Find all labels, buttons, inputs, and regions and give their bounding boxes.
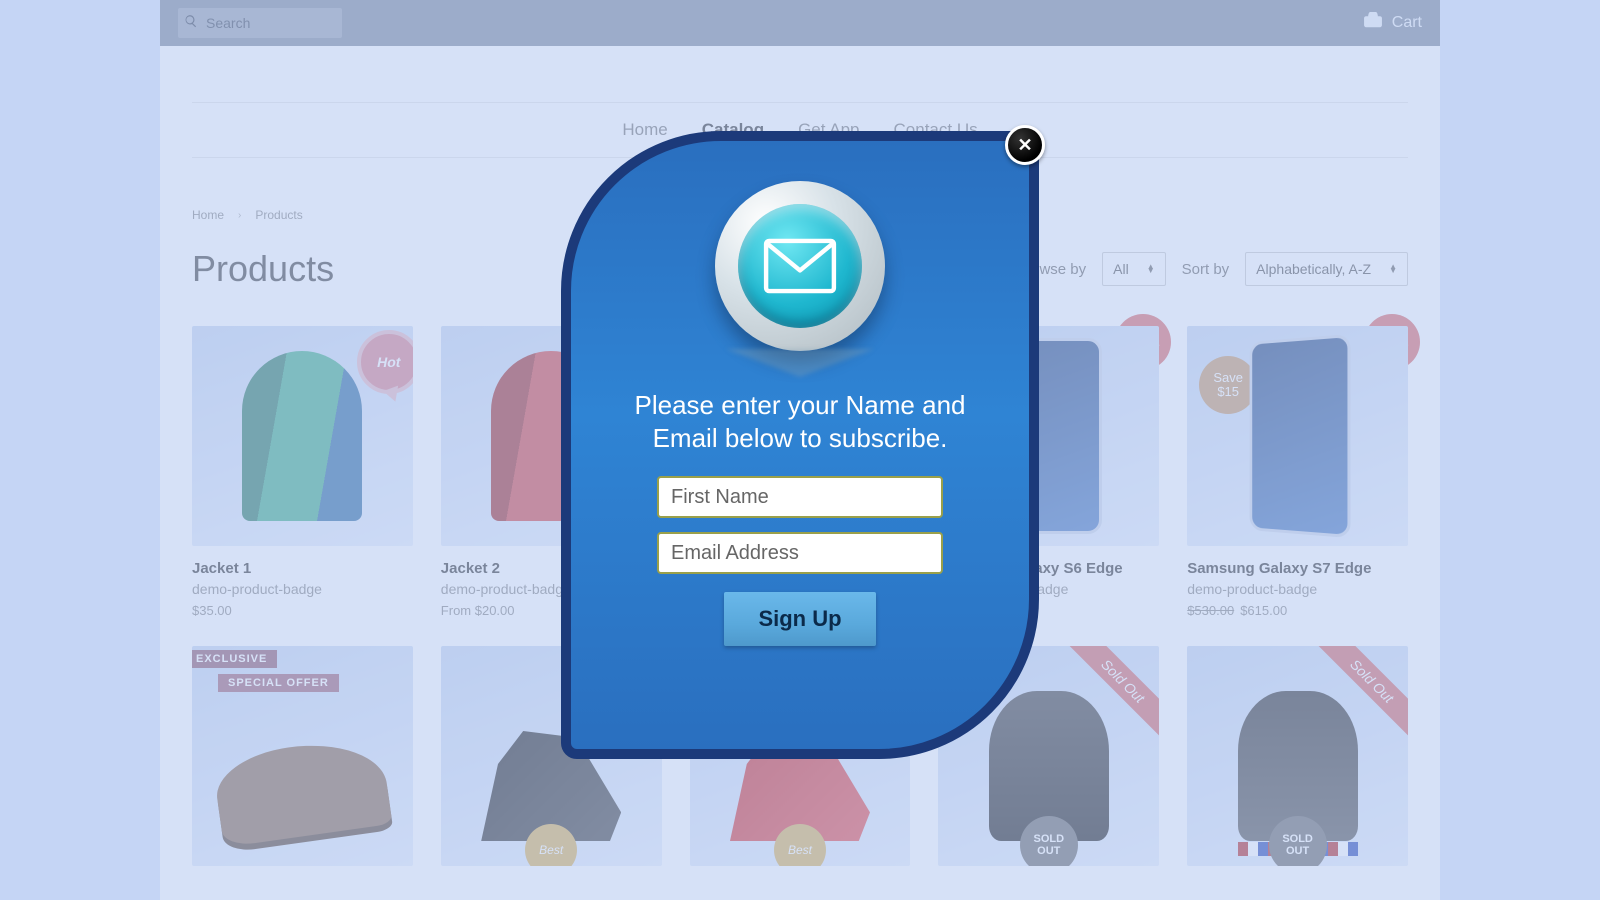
mail-icon <box>715 181 885 351</box>
product-card[interactable]: Sold Out SOLD OUT <box>1187 646 1408 866</box>
filter-bar: Browse by All ▲▼ Sort by Alphabetically,… <box>1016 252 1408 286</box>
search-icon <box>184 14 198 33</box>
product-image: Hot <box>192 326 413 546</box>
chevron-right-icon: › <box>238 210 241 221</box>
sold-out-corner-badge: Sold Out <box>1316 646 1408 738</box>
browse-by-select[interactable]: All ▲▼ <box>1102 252 1165 286</box>
sort-by-value: Alphabetically, A-Z <box>1256 261 1371 277</box>
sold-out-badge: SOLD OUT <box>1269 816 1327 866</box>
sort-arrows-icon: ▲▼ <box>1389 265 1397 273</box>
product-name: Samsung Galaxy S7 Edge <box>1187 560 1408 577</box>
product-vendor: demo-product-badge <box>1187 581 1408 597</box>
hot-badge: Hot <box>357 330 413 394</box>
breadcrumb-home[interactable]: Home <box>192 208 224 222</box>
email-input[interactable] <box>657 532 943 574</box>
special-offer-badge: SPECIAL OFFER <box>218 674 339 692</box>
product-price: $35.00 <box>192 603 413 618</box>
close-icon[interactable]: ✕ <box>1005 125 1045 165</box>
search-box[interactable] <box>178 8 342 38</box>
breadcrumb-current: Products <box>255 208 302 222</box>
search-input[interactable] <box>204 14 336 32</box>
product-name: Jacket 1 <box>192 560 413 577</box>
sold-out-corner-badge: Sold Out <box>1067 646 1159 738</box>
cart-icon <box>1362 12 1384 35</box>
sort-by-label: Sort by <box>1182 261 1230 278</box>
first-name-input[interactable] <box>657 476 943 518</box>
cart-link[interactable]: Cart <box>1362 12 1422 35</box>
sort-arrows-icon: ▲▼ <box>1147 265 1155 273</box>
cart-label: Cart <box>1392 14 1422 32</box>
browse-by-value: All <box>1113 261 1129 277</box>
top-bar: Cart <box>160 0 1440 46</box>
sign-up-button[interactable]: Sign Up <box>724 592 876 646</box>
product-price: $530.00$615.00 <box>1187 603 1408 618</box>
subscribe-modal: ✕ Please enter your Name and Email below… <box>561 131 1039 759</box>
product-card[interactable]: SALE Save $15 Samsung Galaxy S7 Edge dem… <box>1187 326 1408 618</box>
exclusive-badge: EXCLUSIVE <box>192 650 277 668</box>
product-image: Save $15 <box>1187 326 1408 546</box>
sort-by-select[interactable]: Alphabetically, A-Z ▲▼ <box>1245 252 1408 286</box>
page-title: Products <box>192 248 334 290</box>
product-image: EXCLUSIVE SPECIAL OFFER <box>192 646 413 866</box>
modal-heading: Please enter your Name and Email below t… <box>621 389 979 454</box>
product-card[interactable]: EXCLUSIVE SPECIAL OFFER <box>192 646 413 866</box>
product-image: Sold Out SOLD OUT <box>1187 646 1408 866</box>
product-vendor: demo-product-badge <box>192 581 413 597</box>
save-badge: Save $15 <box>1199 356 1257 414</box>
sold-out-badge: SOLD OUT <box>1020 816 1078 866</box>
product-card[interactable]: Hot Jacket 1 demo-product-badge $35.00 <box>192 326 413 618</box>
